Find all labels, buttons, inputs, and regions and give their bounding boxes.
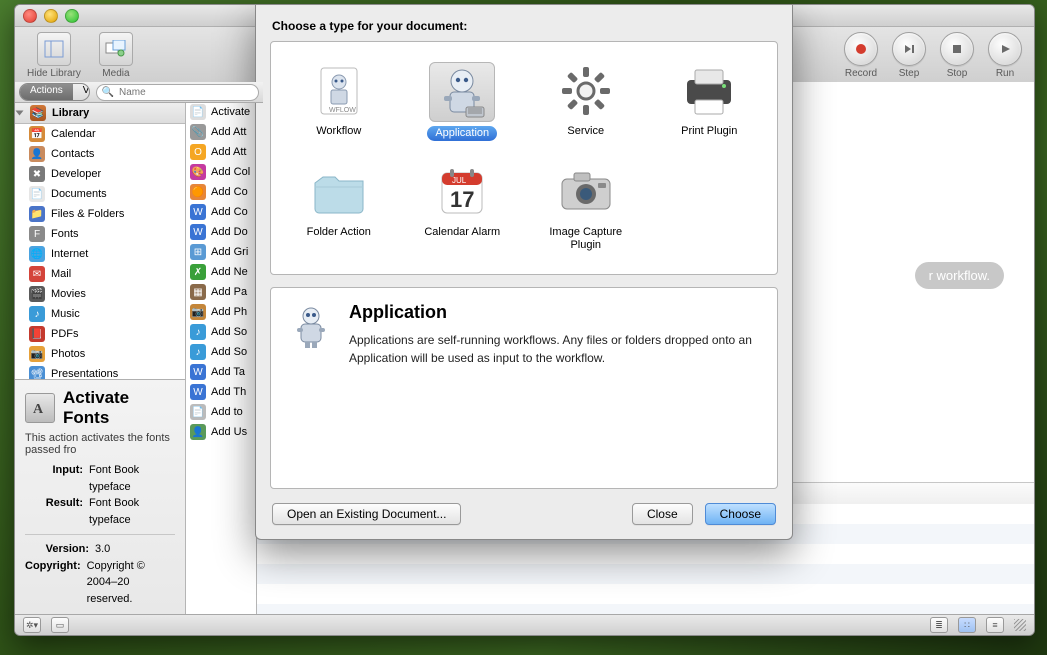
svg-text:17: 17 bbox=[450, 187, 474, 212]
search-icon: 🔍 bbox=[102, 87, 114, 98]
sheet-buttons: Open an Existing Document... Close Choos… bbox=[256, 489, 792, 539]
doc-type-label: Service bbox=[559, 124, 612, 139]
actions-variables-segment[interactable]: Actions Variables bbox=[19, 83, 90, 101]
doc-type-icon bbox=[429, 62, 495, 122]
document-type-grid[interactable]: WFLOW Workflow Application Service Print Plu… bbox=[270, 41, 778, 275]
doc-type-icon bbox=[307, 163, 371, 221]
doc-type-calendar-alarm[interactable]: JUL 17 Calendar Alarm bbox=[403, 157, 523, 259]
automator-window: Untitled (Workflow) Hide Library Media R… bbox=[14, 4, 1035, 636]
svg-text:WFLOW: WFLOW bbox=[329, 107, 356, 114]
doc-type-print-plugin[interactable]: Print Plugin bbox=[650, 56, 770, 147]
tab-variables[interactable]: Variables bbox=[73, 84, 90, 100]
doc-type-folder-action[interactable]: Folder Action bbox=[279, 157, 399, 259]
doc-type-label: Workflow bbox=[308, 124, 369, 139]
doc-type-icon bbox=[554, 62, 618, 120]
svg-text:JUL: JUL bbox=[452, 176, 467, 185]
library-tabs-bar: Actions Variables 🔍 bbox=[15, 82, 263, 103]
document-type-sheet: Choose a type for your document: WFLOW Wo… bbox=[255, 5, 793, 540]
sheet-prompt: Choose a type for your document: bbox=[272, 19, 776, 33]
doc-type-application[interactable]: Application bbox=[403, 56, 523, 147]
type-detail-body: Applications are self-running workflows.… bbox=[349, 331, 761, 367]
doc-type-icon bbox=[677, 62, 741, 120]
doc-type-image-capture-plugin[interactable]: Image Capture Plugin bbox=[526, 157, 646, 259]
choose-button[interactable]: Choose bbox=[705, 503, 776, 525]
doc-type-icon: WFLOW bbox=[307, 62, 371, 120]
doc-type-label: Folder Action bbox=[299, 225, 379, 240]
doc-type-icon bbox=[554, 163, 618, 221]
doc-type-label: Calendar Alarm bbox=[416, 225, 508, 240]
doc-type-workflow[interactable]: WFLOW Workflow bbox=[279, 56, 399, 147]
type-detail-title: Application bbox=[349, 302, 761, 323]
search-field[interactable]: 🔍 bbox=[96, 84, 259, 101]
search-input[interactable] bbox=[117, 86, 253, 99]
doc-type-icon: JUL 17 bbox=[430, 163, 494, 221]
tab-actions[interactable]: Actions bbox=[20, 84, 73, 100]
doc-type-label: Application bbox=[427, 126, 497, 141]
doc-type-label: Print Plugin bbox=[673, 124, 745, 139]
doc-type-service[interactable]: Service bbox=[526, 56, 646, 147]
automator-robot-icon bbox=[287, 302, 335, 350]
open-existing-button[interactable]: Open an Existing Document... bbox=[272, 503, 461, 525]
close-button[interactable]: Close bbox=[632, 503, 693, 525]
doc-type-label: Image Capture Plugin bbox=[528, 225, 644, 253]
type-description-box: Application Applications are self-runnin… bbox=[270, 287, 778, 489]
